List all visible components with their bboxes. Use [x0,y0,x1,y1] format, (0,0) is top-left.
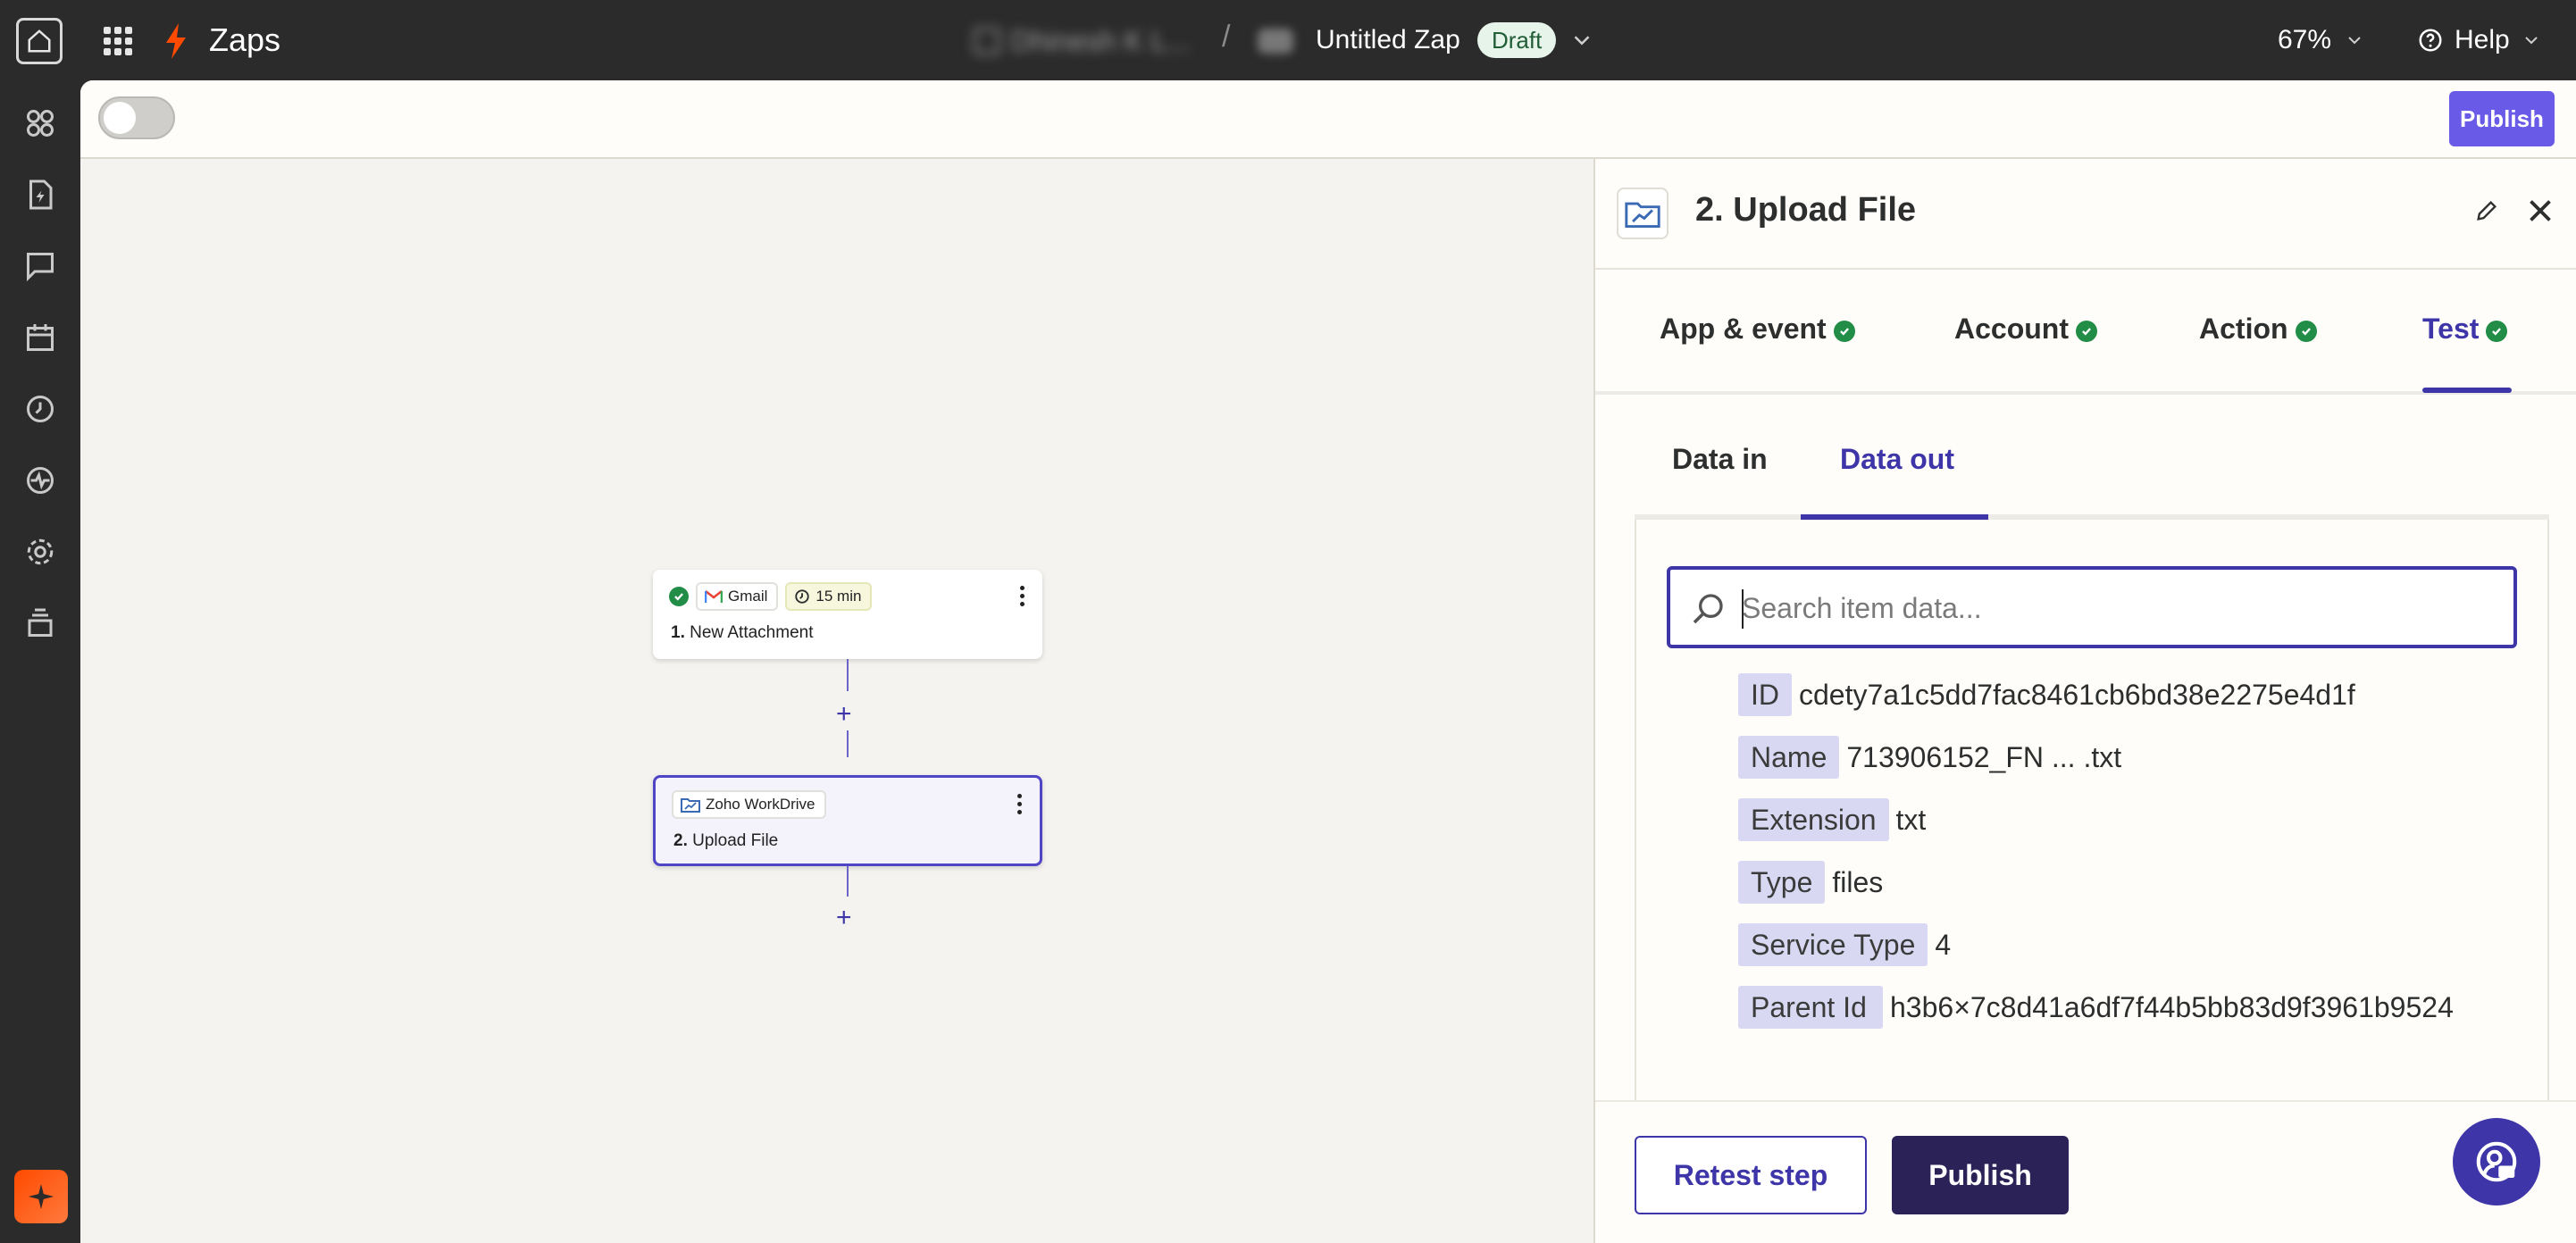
check-circle-icon [2076,320,2097,342]
field-value: h3b6×7c8d41a6df7f44b5bb83d9f3961b9524 [1890,991,2454,1023]
top-bar: Zaps Dhinesh K L... / Untitled Zap Draft… [0,0,2576,80]
field-value: txt [1895,804,1927,836]
panel-header: 2. Upload File [1595,159,2576,270]
panel-footer: Retest step Publish [1595,1100,2576,1243]
clock-icon [795,589,810,604]
chevron-down-icon[interactable] [1568,27,1595,54]
list-item[interactable]: Type files [1738,861,2524,904]
search-field[interactable] [1667,566,2517,648]
field-key: Type [1738,861,1826,904]
step-details-panel: 2. Upload File App & event Account Actio… [1593,159,2576,1243]
output-fields-list: ID cdety7a1c5dd7fac8461cb6bd38e2275e4d1f… [1738,673,2524,1048]
gmail-icon [705,590,723,603]
action-step-card[interactable]: Zoho WorkDrive 2. Upload File [653,775,1042,866]
help-label: Help [2455,25,2510,54]
add-step-button[interactable]: + [836,701,852,728]
tab-data-in[interactable]: Data in [1672,443,1768,476]
tab-app-event[interactable]: App & event [1660,313,1855,346]
step-title: 1. New Attachment [671,623,814,642]
apps-icon[interactable] [24,107,56,139]
workflow-canvas[interactable]: Gmail 15 min 1. New Attachment + Zoho Wo… [80,159,1593,1243]
history-icon[interactable] [24,393,56,425]
zap-bolt-icon [166,23,186,59]
active-tab-indicator [2422,388,2512,393]
publish-button-top[interactable]: Publish [2449,91,2555,146]
app-switcher-icon[interactable] [104,27,132,55]
activity-icon[interactable] [24,464,56,496]
tab-data-out[interactable]: Data out [1840,443,1954,476]
support-chat-button[interactable] [2453,1118,2540,1205]
panel-title[interactable]: 2. Upload File [1695,191,1916,229]
field-key: Name [1738,736,1840,779]
step-title: 2. Upload File [673,831,779,850]
field-value: cdety7a1c5dd7fac8461cb6bd38e2275e4d1f [1799,679,2355,711]
list-item[interactable]: Extension txt [1738,798,2524,841]
more-options-icon[interactable] [1020,586,1025,606]
field-value: 713906152_FN ... .txt [1846,741,2122,773]
search-input[interactable] [1742,588,2501,629]
zoom-dropdown[interactable]: 67% [2278,25,2365,55]
trigger-step-card[interactable]: Gmail 15 min 1. New Attachment [653,570,1042,659]
check-circle-icon [1833,320,1855,342]
breadcrumb-separator: / [1222,20,1231,54]
field-key: Service Type [1738,923,1928,966]
chevron-down-icon [2348,37,2361,45]
tab-account[interactable]: Account [1954,313,2097,346]
breadcrumb-folder[interactable]: Dhinesh K L... [974,25,1191,57]
step-tabs: App & event Account Action Test [1595,270,2576,395]
ai-copilot-button[interactable] [14,1170,68,1223]
zoho-workdrive-icon [1617,188,1669,239]
field-key: Extension [1738,798,1889,841]
help-icon [2419,29,2442,52]
breadcrumb-avatar [1258,29,1293,54]
field-value: files [1832,866,1884,898]
left-sidebar [0,80,80,1243]
poll-interval-pill: 15 min [785,582,873,611]
chevron-down-icon [2524,37,2538,45]
zap-editor: Publish Gmail 15 min 1. New Attachment +… [80,80,2576,1243]
chat-icon[interactable] [24,250,56,282]
field-key: Parent Id [1738,986,1883,1029]
add-step-button[interactable]: + [836,905,852,931]
field-value: 4 [1935,929,1952,961]
publish-button[interactable]: Publish [1892,1136,2069,1214]
zap-on-off-toggle[interactable] [98,96,175,139]
list-item[interactable]: ID cdety7a1c5dd7fac8461cb6bd38e2275e4d1f [1738,673,2524,716]
tab-test[interactable]: Test [2422,313,2508,346]
check-circle-icon [2486,320,2508,342]
pencil-edit-icon[interactable] [2474,198,2499,223]
app-pill-zoho-workdrive: Zoho WorkDrive [672,790,826,819]
settings-gear-icon[interactable] [24,536,56,568]
retest-step-button[interactable]: Retest step [1635,1136,1867,1214]
more-options-icon[interactable] [1017,794,1022,814]
layers-icon[interactable] [24,607,56,639]
calendar-icon[interactable] [24,321,56,354]
sparkle-icon [28,1183,54,1210]
text-cursor [1742,589,1744,629]
home-icon[interactable] [16,18,63,64]
status-badge: Draft [1477,22,1557,58]
connector-line [847,659,849,691]
list-item[interactable]: Name 713906152_FN ... .txt [1738,736,2524,779]
connector-line [847,730,849,757]
close-icon[interactable] [2524,195,2556,227]
support-icon [2476,1141,2517,1182]
search-icon [1693,594,1723,624]
check-circle-icon [669,587,689,606]
field-key: ID [1738,673,1792,716]
zoho-workdrive-icon [681,798,700,813]
data-subtabs: Data in Data out [1635,395,2549,520]
list-item[interactable]: Service Type 4 [1738,923,2524,966]
list-item[interactable]: Parent Id h3b6×7c8d41a6df7f44b5bb83d9f39… [1738,986,2524,1029]
zap-file-icon[interactable] [24,179,56,211]
editor-toolbar: Publish [80,80,2576,159]
app-pill-gmail: Gmail [696,582,779,611]
zoom-value: 67% [2278,25,2332,54]
tab-action[interactable]: Action [2199,313,2317,346]
zaps-link[interactable]: Zaps [209,21,280,59]
connector-line [847,866,849,897]
zap-title[interactable]: Untitled Zap [1316,25,1460,55]
check-circle-icon [2295,320,2317,342]
help-dropdown[interactable]: Help [2417,25,2542,55]
